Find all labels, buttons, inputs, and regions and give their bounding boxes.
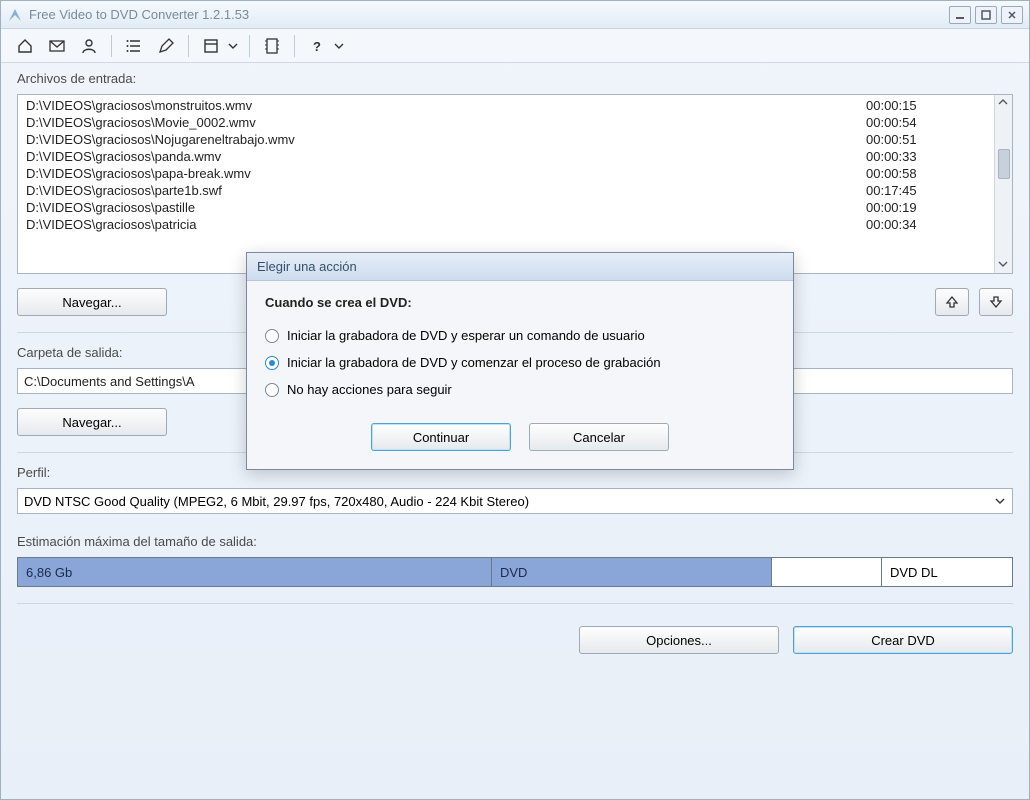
file-duration: 00:00:34 [866,217,986,232]
input-files-label: Archivos de entrada: [17,71,1013,86]
file-list-row[interactable]: D:\VIDEOS\graciosos\panda.wmv00:00:33 [18,148,994,165]
scrollbar-thumb[interactable] [998,149,1010,179]
scroll-up-icon[interactable] [998,97,1010,109]
cancel-button[interactable]: Cancelar [529,423,669,451]
size-dvddl-segment: DVD DL [882,558,1012,586]
file-list-row[interactable]: D:\VIDEOS\graciosos\Nojugareneltrabajo.w… [18,131,994,148]
file-path: D:\VIDEOS\graciosos\Nojugareneltrabajo.w… [26,132,866,147]
view-icon[interactable] [197,33,225,59]
file-duration: 00:00:19 [866,200,986,215]
file-duration: 00:00:58 [866,166,986,181]
file-path: D:\VIDEOS\graciosos\parte1b.swf [26,183,866,198]
close-button[interactable] [1001,6,1023,24]
radio-option[interactable]: No hay acciones para seguir [265,376,775,403]
svg-text:?: ? [313,39,321,54]
separator [294,35,295,57]
divider [17,603,1013,604]
file-list-row[interactable]: D:\VIDEOS\graciosos\pastille00:00:19 [18,199,994,216]
profile-select[interactable]: DVD NTSC Good Quality (MPEG2, 6 Mbit, 29… [17,488,1013,514]
input-file-list[interactable]: D:\VIDEOS\graciosos\monstruitos.wmv00:00… [17,94,1013,274]
separator [188,35,189,57]
size-used-label: 6,86 Gb [26,565,72,580]
size-dvddl-label: DVD DL [890,565,938,580]
file-duration: 00:00:54 [866,115,986,130]
size-dvd-label: DVD [500,565,527,580]
radio-label: Iniciar la grabadora de DVD y esperar un… [287,328,645,343]
size-blank-segment [772,558,882,586]
size-estimate-label: Estimación máxima del tamaño de salida: [17,534,1013,549]
file-duration: 00:00:51 [866,132,986,147]
file-duration: 00:00:15 [866,98,986,113]
file-duration: 00:00:33 [866,149,986,164]
file-path: D:\VIDEOS\graciosos\monstruitos.wmv [26,98,866,113]
file-path: D:\VIDEOS\graciosos\panda.wmv [26,149,866,164]
radio-label: No hay acciones para seguir [287,382,452,397]
edit-icon[interactable] [152,33,180,59]
window-title: Free Video to DVD Converter 1.2.1.53 [29,7,949,22]
file-path: D:\VIDEOS\graciosos\patricia [26,217,866,232]
radio-button[interactable] [265,356,279,370]
file-list-row[interactable]: D:\VIDEOS\graciosos\monstruitos.wmv00:00… [18,97,994,114]
chevron-down-icon[interactable] [990,491,1010,511]
dialog-heading: Cuando se crea el DVD: [265,295,775,310]
file-duration: 00:17:45 [866,183,986,198]
chevron-down-icon[interactable] [331,33,347,59]
file-list-row[interactable]: D:\VIDEOS\graciosos\papa-break.wmv00:00:… [18,165,994,182]
separator [111,35,112,57]
file-list-row[interactable]: D:\VIDEOS\graciosos\patricia00:00:34 [18,216,994,233]
action-dialog: Elegir una acción Cuando se crea el DVD:… [246,252,794,470]
move-down-button[interactable] [979,288,1013,316]
app-icon [7,7,23,23]
radio-option[interactable]: Iniciar la grabadora de DVD y esperar un… [265,322,775,349]
mail-icon[interactable] [43,33,71,59]
main-window: Free Video to DVD Converter 1.2.1.53 ? A… [0,0,1030,800]
file-list-row[interactable]: D:\VIDEOS\graciosos\Movie_0002.wmv00:00:… [18,114,994,131]
file-list-row[interactable]: D:\VIDEOS\graciosos\parte1b.swf00:17:45 [18,182,994,199]
list-icon[interactable] [120,33,148,59]
home-icon[interactable] [11,33,39,59]
size-dvd-segment: DVD [492,558,772,586]
user-icon[interactable] [75,33,103,59]
file-path: D:\VIDEOS\graciosos\papa-break.wmv [26,166,866,181]
toolbar: ? [1,29,1029,63]
continue-button[interactable]: Continuar [371,423,511,451]
film-icon[interactable] [258,33,286,59]
radio-button[interactable] [265,329,279,343]
size-bar: 6,86 Gb DVD DVD DL [17,557,1013,587]
scrollbar[interactable] [994,95,1012,273]
size-used-segment: 6,86 Gb [18,558,492,586]
scroll-down-icon[interactable] [998,259,1010,271]
radio-label: Iniciar la grabadora de DVD y comenzar e… [287,355,661,370]
maximize-button[interactable] [975,6,997,24]
create-dvd-button[interactable]: Crear DVD [793,626,1013,654]
separator [249,35,250,57]
browse-output-button[interactable]: Navegar... [17,408,167,436]
file-path: D:\VIDEOS\graciosos\Movie_0002.wmv [26,115,866,130]
chevron-down-icon[interactable] [225,33,241,59]
file-path: D:\VIDEOS\graciosos\pastille [26,200,866,215]
titlebar: Free Video to DVD Converter 1.2.1.53 [1,1,1029,29]
radio-option[interactable]: Iniciar la grabadora de DVD y comenzar e… [265,349,775,376]
radio-button[interactable] [265,383,279,397]
help-icon[interactable]: ? [303,33,331,59]
minimize-button[interactable] [949,6,971,24]
profile-value: DVD NTSC Good Quality (MPEG2, 6 Mbit, 29… [24,494,529,509]
move-up-button[interactable] [935,288,969,316]
options-button[interactable]: Opciones... [579,626,779,654]
browse-input-button[interactable]: Navegar... [17,288,167,316]
dialog-title: Elegir una acción [247,253,793,281]
